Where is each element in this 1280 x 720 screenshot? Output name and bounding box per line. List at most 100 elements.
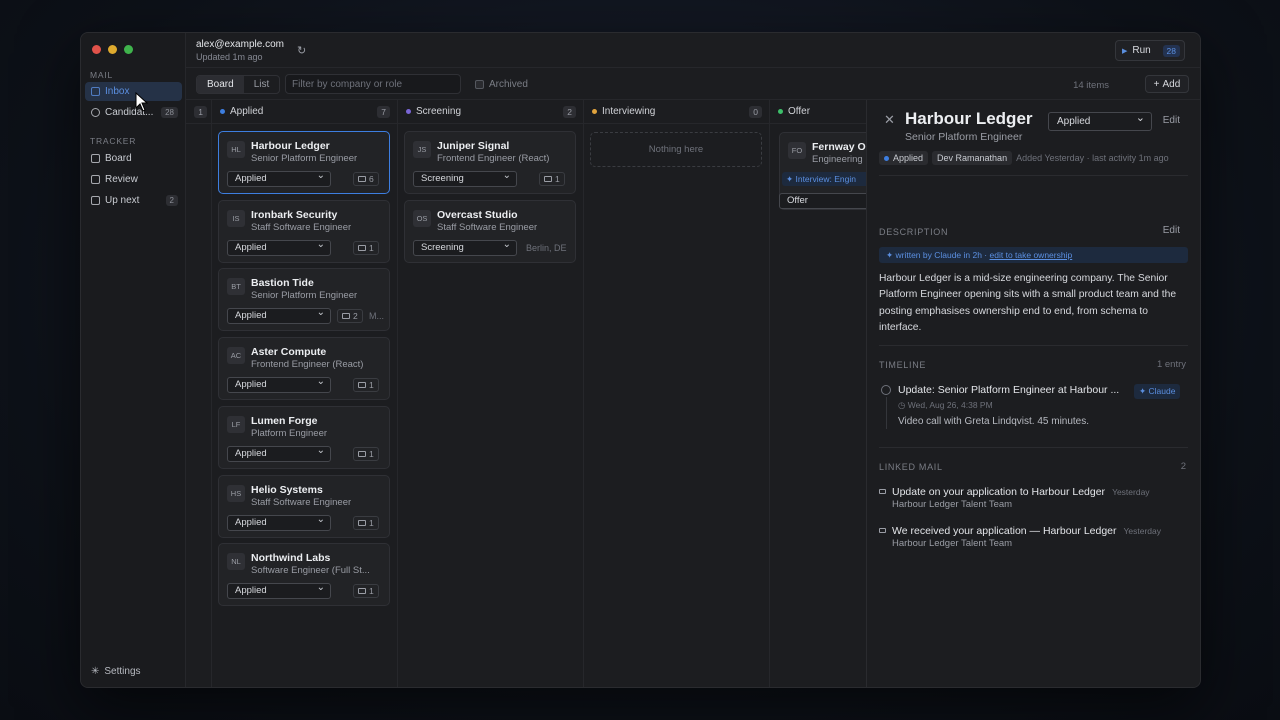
view-board-button[interactable]: Board: [197, 76, 244, 93]
avatar: BT: [227, 278, 245, 296]
sidebar: MAIL Inbox Candidat... 28 TRACKER Board …: [81, 33, 186, 687]
stage-select[interactable]: Applied: [227, 306, 331, 325]
column-count: 1: [194, 105, 207, 118]
candidate-card[interactable]: NL Northwind Labs Software Engineer (Full …: [218, 543, 390, 607]
sidebar-item-up-next[interactable]: Up next 2: [85, 191, 182, 210]
inbox-icon: [91, 87, 100, 96]
sidebar-item-board[interactable]: Board: [85, 149, 182, 168]
mail-count: 2: [353, 311, 358, 322]
settings-button[interactable]: ✳ Settings: [91, 666, 141, 677]
candidate-card[interactable]: BT Bastion Tide Senior Platform Engineer Ap…: [218, 268, 390, 332]
description-edit-button[interactable]: Edit: [1163, 225, 1180, 236]
timeline-entry-date: ◷ Wed, Aug 26, 4:38 PM: [898, 400, 993, 411]
claude-note-text: written by Claude in 2h ·: [895, 250, 990, 260]
mail-count-badge: 6: [353, 172, 379, 186]
run-label: Run: [1132, 45, 1151, 56]
candidate-card[interactable]: HS Helio Systems Staff Software Engineer Ap…: [218, 474, 390, 538]
status-dot: [778, 109, 783, 114]
filter-input[interactable]: [285, 74, 461, 94]
refresh-icon[interactable]: ↻: [297, 44, 306, 57]
archived-checkbox[interactable]: [475, 80, 484, 89]
role-title: Staff Software Engineer: [437, 221, 538, 233]
calendar-icon: [91, 196, 100, 205]
mail-icon: [358, 588, 366, 595]
stage-select[interactable]: Applied: [227, 238, 331, 256]
detail-title: Harbour Ledger: [905, 109, 1033, 128]
add-button[interactable]: + Add: [1145, 75, 1189, 93]
mail-count: 1: [369, 448, 374, 459]
zoom-window-button[interactable]: [124, 45, 133, 54]
candidate-card[interactable]: OS Overcast Studio Staff Software Engineer…: [404, 199, 576, 263]
clock-icon: ◷: [898, 400, 908, 410]
account-email: alex@example.com: [196, 39, 284, 50]
candidate-card[interactable]: LF Lumen ForgePlatform Engineer Applied 1: [218, 405, 390, 469]
stage-select[interactable]: Applied: [227, 169, 331, 187]
divider: [879, 345, 1188, 346]
mail-icon: [358, 244, 366, 251]
column-count: 0: [749, 105, 762, 118]
mail-count: 1: [555, 174, 560, 184]
minimize-window-button[interactable]: [108, 45, 117, 54]
stage-select[interactable]: Applied: [227, 581, 331, 600]
timeline-label: TIMELINE: [879, 360, 927, 370]
avatar: FO: [788, 142, 806, 159]
sidebar-item-count: 2: [165, 195, 178, 206]
column-header: 1: [186, 100, 211, 124]
person-tag[interactable]: Dev Ramanathan: [932, 151, 1013, 165]
add-label: Add: [1162, 78, 1181, 90]
mail-time: Yesterday: [1123, 526, 1162, 536]
mail-sender: Harbour Ledger Talent Team: [892, 538, 1013, 549]
target-icon: [91, 108, 100, 117]
candidate-card[interactable]: AC Aster Compute Frontend Engineer (React)…: [218, 337, 390, 401]
column-title: Offer: [788, 106, 811, 117]
divider: [879, 447, 1188, 448]
claude-authorship-note: ✦ written by Claude in 2h · edit to take…: [879, 247, 1188, 263]
stage-select[interactable]: Applied: [227, 513, 331, 531]
play-icon: ▶: [1122, 47, 1128, 55]
stage-select[interactable]: Screening: [413, 238, 517, 256]
stage-select[interactable]: Screening: [413, 169, 517, 187]
status-badge: Applied: [879, 151, 929, 165]
mail-section-label: MAIL: [90, 70, 114, 80]
sidebar-item-inbox[interactable]: Inbox: [85, 82, 182, 101]
close-window-button[interactable]: [92, 45, 101, 54]
column-title: Applied: [230, 106, 264, 117]
mail-count-badge: 1: [353, 240, 379, 255]
company-name: Bastion Tide: [251, 277, 314, 290]
detail-stage-select[interactable]: Applied: [1048, 110, 1152, 131]
company-name: Juniper Signal: [437, 140, 510, 152]
divider: [879, 175, 1188, 176]
take-ownership-link[interactable]: edit to take ownership: [990, 250, 1073, 260]
run-button[interactable]: ▶ Run 28: [1115, 40, 1185, 61]
sidebar-item-review[interactable]: Review: [85, 170, 182, 189]
company-name: Harbour Ledger: [251, 140, 330, 152]
sidebar-item-label: Inbox: [105, 86, 130, 97]
candidate-card[interactable]: JS Juniper Signal Frontend Engineer (React…: [404, 131, 576, 194]
archived-label: Archived: [489, 79, 528, 90]
column-count: 2: [563, 105, 576, 118]
updated-status: Updated 1m ago: [196, 52, 263, 62]
status-badge-label: Applied: [893, 153, 924, 163]
column-applied: Applied 7 HL Harbour Ledger Senior Platfor…: [212, 100, 398, 687]
avatar: HS: [227, 484, 245, 502]
stage-select[interactable]: Applied: [227, 375, 331, 394]
toolbar: Board List Archived 14 items + Add: [186, 68, 1200, 100]
app-window: MAIL Inbox Candidat... 28 TRACKER Board …: [80, 32, 1201, 688]
view-list-button[interactable]: List: [244, 76, 280, 93]
mail-count-badge: 2: [337, 309, 363, 324]
stage-select[interactable]: Applied: [227, 444, 331, 462]
sidebar-item-candidates[interactable]: Candidat... 28: [85, 103, 182, 122]
candidate-card[interactable]: IS Ironbark Security Staff Software Engine…: [218, 199, 390, 263]
edit-button[interactable]: Edit: [1163, 115, 1180, 126]
plus-icon: +: [1153, 78, 1160, 90]
timeline-entry-date-text: Wed, Aug 26, 4:38 PM: [907, 400, 993, 410]
close-icon[interactable]: ✕: [884, 112, 895, 128]
mail-count-badge: 1: [353, 584, 379, 599]
archived-toggle[interactable]: Archived: [475, 79, 528, 90]
linked-mail-label: LINKED MAIL: [879, 462, 943, 472]
avatar: JS: [413, 141, 431, 158]
candidate-card[interactable]: HL Harbour Ledger Senior Platform Engineer…: [218, 131, 390, 194]
claude-badge-label: Claude: [1148, 386, 1176, 396]
company-name: Ironbark Security: [251, 208, 338, 221]
company-name: Overcast Studio: [437, 208, 518, 221]
